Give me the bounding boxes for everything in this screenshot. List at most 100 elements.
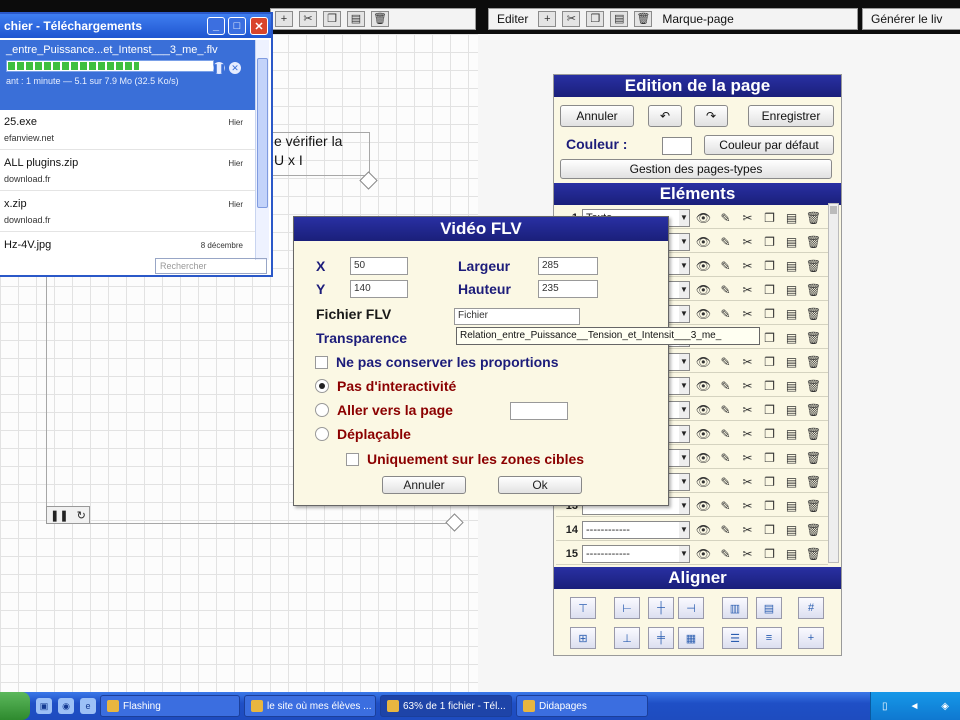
align-right-icon[interactable]: ⊣ [678,597,704,619]
trash-icon[interactable]: 🗑 [804,233,823,250]
paste-icon[interactable]: ▤ [782,401,801,418]
paste-icon[interactable]: ▤ [782,497,801,514]
dropdown-arrow-icon[interactable]: ▼ [679,521,689,538]
cut-icon[interactable]: ✂ [738,545,757,562]
width-input[interactable]: 285 [538,257,598,275]
paste-icon[interactable]: ▤ [782,257,801,274]
scroll-up-icon[interactable] [830,206,837,214]
paste-icon[interactable]: ▤ [782,305,801,322]
dropdown-arrow-icon[interactable]: ▼ [679,209,689,226]
security-icon[interactable]: ◈ [941,701,949,712]
trash-icon[interactable]: 🗑 [804,401,823,418]
copy-icon[interactable]: ❐ [760,233,779,250]
undo-button[interactable]: Annuler [560,105,634,127]
paste-icon[interactable]: ▤ [347,11,365,27]
flv-file-select[interactable]: Fichier [454,308,580,325]
copy-icon[interactable]: ❐ [760,377,779,394]
dropdown-arrow-icon[interactable]: ▼ [679,257,689,274]
distribute-space-v-icon[interactable]: ≡ [756,627,782,649]
cut-icon[interactable]: ✂ [738,281,757,298]
downloads-search-input[interactable]: Rechercher [155,258,267,274]
eye-icon[interactable]: 👁 [694,377,713,394]
dropdown-arrow-icon[interactable]: ▼ [679,305,689,322]
cut-icon[interactable]: ✂ [738,209,757,226]
element-row[interactable]: 15 ------------ ▼ 👁 ✎ ✂ ❐ ▤ 🗑 [556,543,828,565]
copy-icon[interactable]: ❐ [760,449,779,466]
copy-icon[interactable]: ❐ [760,257,779,274]
eye-icon[interactable]: 👁 [694,353,713,370]
cut-icon[interactable]: ✂ [738,449,757,466]
dropdown-arrow-icon[interactable]: ▼ [679,545,689,562]
brush-icon[interactable]: ✎ [716,257,735,274]
copy-icon[interactable]: ❐ [760,305,779,322]
show-desktop-icon[interactable]: ▣ [36,698,52,714]
task-flashing[interactable]: Flashing [100,695,240,717]
paste-icon[interactable]: ▤ [782,473,801,490]
trash-icon[interactable]: 🗑 [804,329,823,346]
eye-icon[interactable]: 👁 [694,281,713,298]
trash-icon[interactable]: 🗑 [634,11,653,27]
target-zones-option[interactable]: Uniquement sur les zones cibles [346,451,584,467]
color-picker[interactable] [662,137,692,155]
default-color-button[interactable]: Couleur par défaut [704,135,834,155]
network-icon[interactable]: ▯ [882,701,888,712]
bookmark-button[interactable]: Marque-page [658,12,737,26]
y-input[interactable]: 140 [350,280,408,298]
align-center-h-icon[interactable]: ╪ [648,627,674,649]
copy-icon[interactable]: ❐ [760,353,779,370]
align-middle-icon[interactable]: ⊞ [570,627,596,649]
keep-proportions-option[interactable]: Ne pas conserver les proportions [315,354,559,370]
trash-icon[interactable]: 🗑 [804,353,823,370]
trash-icon[interactable]: 🗑 [804,257,823,274]
cut-icon[interactable]: ✂ [738,257,757,274]
brush-icon[interactable]: ✎ [716,233,735,250]
elements-scrollbar[interactable] [828,203,839,563]
brush-icon[interactable]: ✎ [716,449,735,466]
cut-icon[interactable]: ✂ [738,401,757,418]
cut-icon[interactable]: ✂ [738,305,757,322]
draggable-option[interactable]: Déplaçable [315,426,411,442]
eye-icon[interactable]: 👁 [694,257,713,274]
eye-icon[interactable]: 👁 [694,233,713,250]
grid-icon[interactable]: # [798,597,824,619]
generate-book-button[interactable]: Générer le liv [867,12,946,26]
copy-icon[interactable]: ❐ [323,11,341,27]
distribute-space-h-icon[interactable]: ▤ [756,597,782,619]
undo-arrow-icon[interactable]: ↶ [648,105,682,127]
start-button[interactable] [0,692,30,720]
dropdown-arrow-icon[interactable]: ▼ [679,377,689,394]
downloads-scrollbar[interactable] [255,40,269,260]
download-item[interactable]: 25.exe efanview.net Hier [0,110,255,150]
copy-icon[interactable]: ❐ [760,473,779,490]
brush-icon[interactable]: ✎ [716,473,735,490]
eye-icon[interactable]: 👁 [694,449,713,466]
eye-icon[interactable]: 👁 [694,521,713,538]
active-download[interactable]: _entre_Puissance...et_Intenst___3_me_.fl… [0,40,255,110]
trash-icon[interactable]: 🗑 [804,497,823,514]
cut-icon[interactable]: ✂ [738,233,757,250]
paste-icon[interactable]: ▤ [782,329,801,346]
edit-button[interactable]: Editer [493,12,532,26]
eye-icon[interactable]: 👁 [694,497,713,514]
cancel-button[interactable]: Annuler [382,476,466,494]
dropdown-arrow-icon[interactable]: ▼ [679,425,689,442]
copy-icon[interactable]: ❐ [760,545,779,562]
x-input[interactable]: 50 [350,257,408,275]
brush-icon[interactable]: ✎ [716,281,735,298]
brush-icon[interactable]: ✎ [716,497,735,514]
brush-icon[interactable]: ✎ [716,377,735,394]
brush-icon[interactable]: ✎ [716,401,735,418]
no-interactivity-option[interactable]: Pas d'interactivité [315,378,456,394]
eye-icon[interactable]: 👁 [694,545,713,562]
task-site[interactable]: le site où mes élèves ... [244,695,376,717]
cut-icon[interactable]: ✂ [738,425,757,442]
trash-icon[interactable]: 🗑 [804,425,823,442]
paste-icon[interactable]: ▤ [782,353,801,370]
paste-icon[interactable]: ▤ [782,377,801,394]
crosshair-icon[interactable]: + [798,627,824,649]
ok-button[interactable]: Ok [498,476,582,494]
replay-icon[interactable]: ↻ [77,509,86,522]
paste-icon[interactable]: ▤ [782,449,801,466]
paste-icon[interactable]: ▤ [610,11,629,27]
task-didapages[interactable]: Didapages [516,695,648,717]
